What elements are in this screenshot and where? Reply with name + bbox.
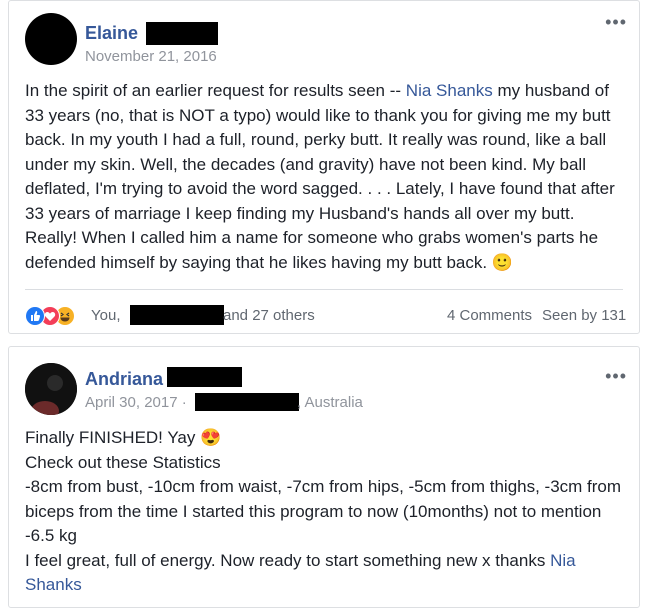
post-card: Elaine November 21, 2016 ••• In the spir… (8, 0, 640, 334)
reactions-you[interactable]: You, (91, 307, 120, 324)
author-name[interactable]: Elaine (85, 23, 138, 44)
comments-count[interactable]: 4 Comments (447, 307, 532, 324)
mention-link[interactable]: Nia Shanks (406, 81, 493, 100)
body-line: -8cm from bust, -10cm from waist, -7cm f… (25, 477, 622, 545)
avatar[interactable] (25, 13, 77, 65)
post-body: Finally FINISHED! Yay 😍 Check out these … (25, 426, 625, 598)
body-text: Finally FINISHED! Yay (25, 428, 201, 447)
post-location[interactable]: , Australia (297, 394, 363, 411)
body-line: I feel great, full of energy. Now ready … (25, 549, 625, 598)
avatar[interactable] (25, 363, 77, 415)
body-text: I feel great, full of energy. Now ready … (25, 550, 551, 570)
post-date[interactable]: April 30, 2017 · (85, 394, 187, 411)
seen-count[interactable]: Seen by 131 (542, 307, 626, 324)
body-text-rest: my husband of 33 years (no, that is NOT … (25, 81, 615, 272)
smile-emoji-icon: 🙂 (491, 252, 513, 272)
redacted-name (146, 22, 218, 45)
more-options-icon[interactable]: ••• (605, 13, 627, 31)
body-line: Check out these Statistics (25, 452, 221, 472)
author-name[interactable]: Andriana (85, 369, 163, 390)
redacted-names (130, 305, 224, 325)
redacted-name (167, 367, 242, 387)
reactions-others[interactable]: and 27 others (223, 307, 315, 324)
post-card: Andriana April 30, 2017 · , Australia ••… (8, 346, 640, 608)
like-reaction-icon (25, 306, 45, 326)
redacted-location (195, 393, 299, 411)
divider (25, 289, 623, 290)
more-options-icon[interactable]: ••• (605, 367, 627, 385)
heart-eyes-emoji-icon: 😍 (200, 428, 222, 447)
post-body: In the spirit of an earlier request for … (25, 79, 627, 275)
body-text-start: In the spirit of an earlier request for … (25, 81, 406, 100)
body-line: Finally FINISHED! Yay 😍 (25, 426, 625, 451)
post-date[interactable]: November 21, 2016 (85, 48, 217, 65)
